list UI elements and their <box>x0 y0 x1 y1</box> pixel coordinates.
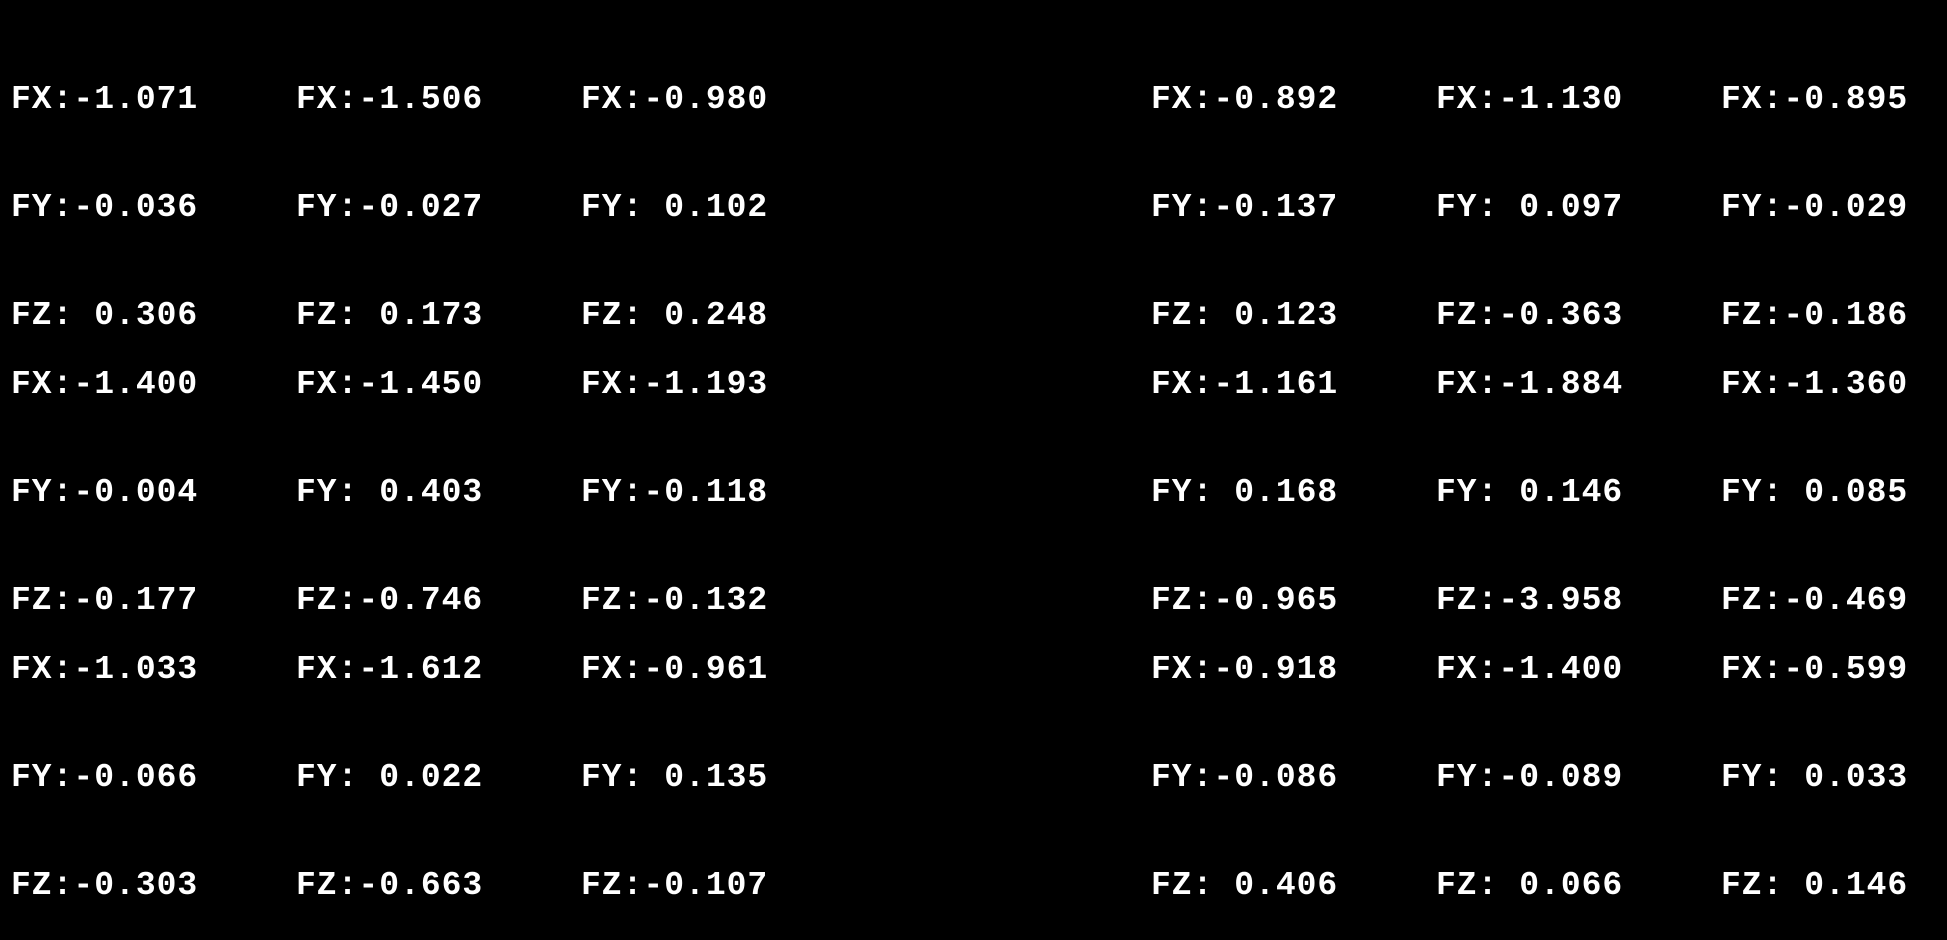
fy-value: FY:-0.066 <box>11 759 199 796</box>
fy-value: FY: 0.135 <box>581 759 769 796</box>
fy-value: FY: 0.102 <box>581 189 769 226</box>
fy-value: FY: 0.168 <box>1151 474 1339 511</box>
fy-value: FY:-0.137 <box>1151 189 1339 226</box>
force-readout: FX:-0.599 FY: 0.033 FZ: 0.146 <box>1721 580 1908 940</box>
fx-value: FX:-1.884 <box>1436 366 1624 403</box>
fz-value: FZ: 0.146 <box>1721 867 1909 904</box>
fx-value: FX:-1.400 <box>1436 651 1624 688</box>
fy-value: FY:-0.004 <box>11 474 199 511</box>
fz-value: FZ:-0.107 <box>581 867 769 904</box>
fy-value: FY: 0.146 <box>1436 474 1624 511</box>
fy-value: FY: 0.097 <box>1436 189 1624 226</box>
fx-value: FX:-0.961 <box>581 651 769 688</box>
fx-value: FX:-1.161 <box>1151 366 1339 403</box>
fy-value: FY:-0.027 <box>296 189 484 226</box>
fy-value: FY:-0.036 <box>11 189 199 226</box>
fy-value: FY: 0.022 <box>296 759 484 796</box>
force-readout: FX:-1.033 FY:-0.066 FZ:-0.303 <box>11 580 198 940</box>
fx-value: FX:-1.130 <box>1436 81 1624 118</box>
fy-value: FY:-0.029 <box>1721 189 1909 226</box>
fx-value: FX:-1.506 <box>296 81 484 118</box>
fy-value: FY: 0.403 <box>296 474 484 511</box>
fy-value: FY: 0.033 <box>1721 759 1909 796</box>
force-readout: FX:-1.400 FY:-0.089 FZ: 0.066 <box>1436 580 1623 940</box>
fx-value: FX:-0.599 <box>1721 651 1909 688</box>
fx-value: FX:-1.612 <box>296 651 484 688</box>
fx-value: FX:-0.980 <box>581 81 769 118</box>
fx-value: FX:-1.193 <box>581 366 769 403</box>
fz-value: FZ:-0.663 <box>296 867 484 904</box>
fx-value: FX:-0.892 <box>1151 81 1339 118</box>
fx-value: FX:-0.895 <box>1721 81 1909 118</box>
force-readout: FX:-1.612 FY: 0.022 FZ:-0.663 <box>296 580 483 940</box>
fx-value: FX:-1.033 <box>11 651 199 688</box>
fy-value: FY:-0.118 <box>581 474 769 511</box>
fx-value: FX:-0.918 <box>1151 651 1339 688</box>
fy-value: FY:-0.086 <box>1151 759 1339 796</box>
force-readout: FX:-0.918 FY:-0.086 FZ: 0.406 <box>1151 580 1338 940</box>
fz-value: FZ: 0.066 <box>1436 867 1624 904</box>
force-readout: FX:-0.961 FY: 0.135 FZ:-0.107 <box>581 580 768 940</box>
fx-value: FX:-1.360 <box>1721 366 1909 403</box>
fz-value: FZ:-0.303 <box>11 867 199 904</box>
fx-value: FX:-1.071 <box>11 81 199 118</box>
fz-value: FZ: 0.406 <box>1151 867 1339 904</box>
fx-value: FX:-1.400 <box>11 366 199 403</box>
fy-value: FY: 0.085 <box>1721 474 1909 511</box>
fx-value: FX:-1.450 <box>296 366 484 403</box>
fy-value: FY:-0.089 <box>1436 759 1624 796</box>
